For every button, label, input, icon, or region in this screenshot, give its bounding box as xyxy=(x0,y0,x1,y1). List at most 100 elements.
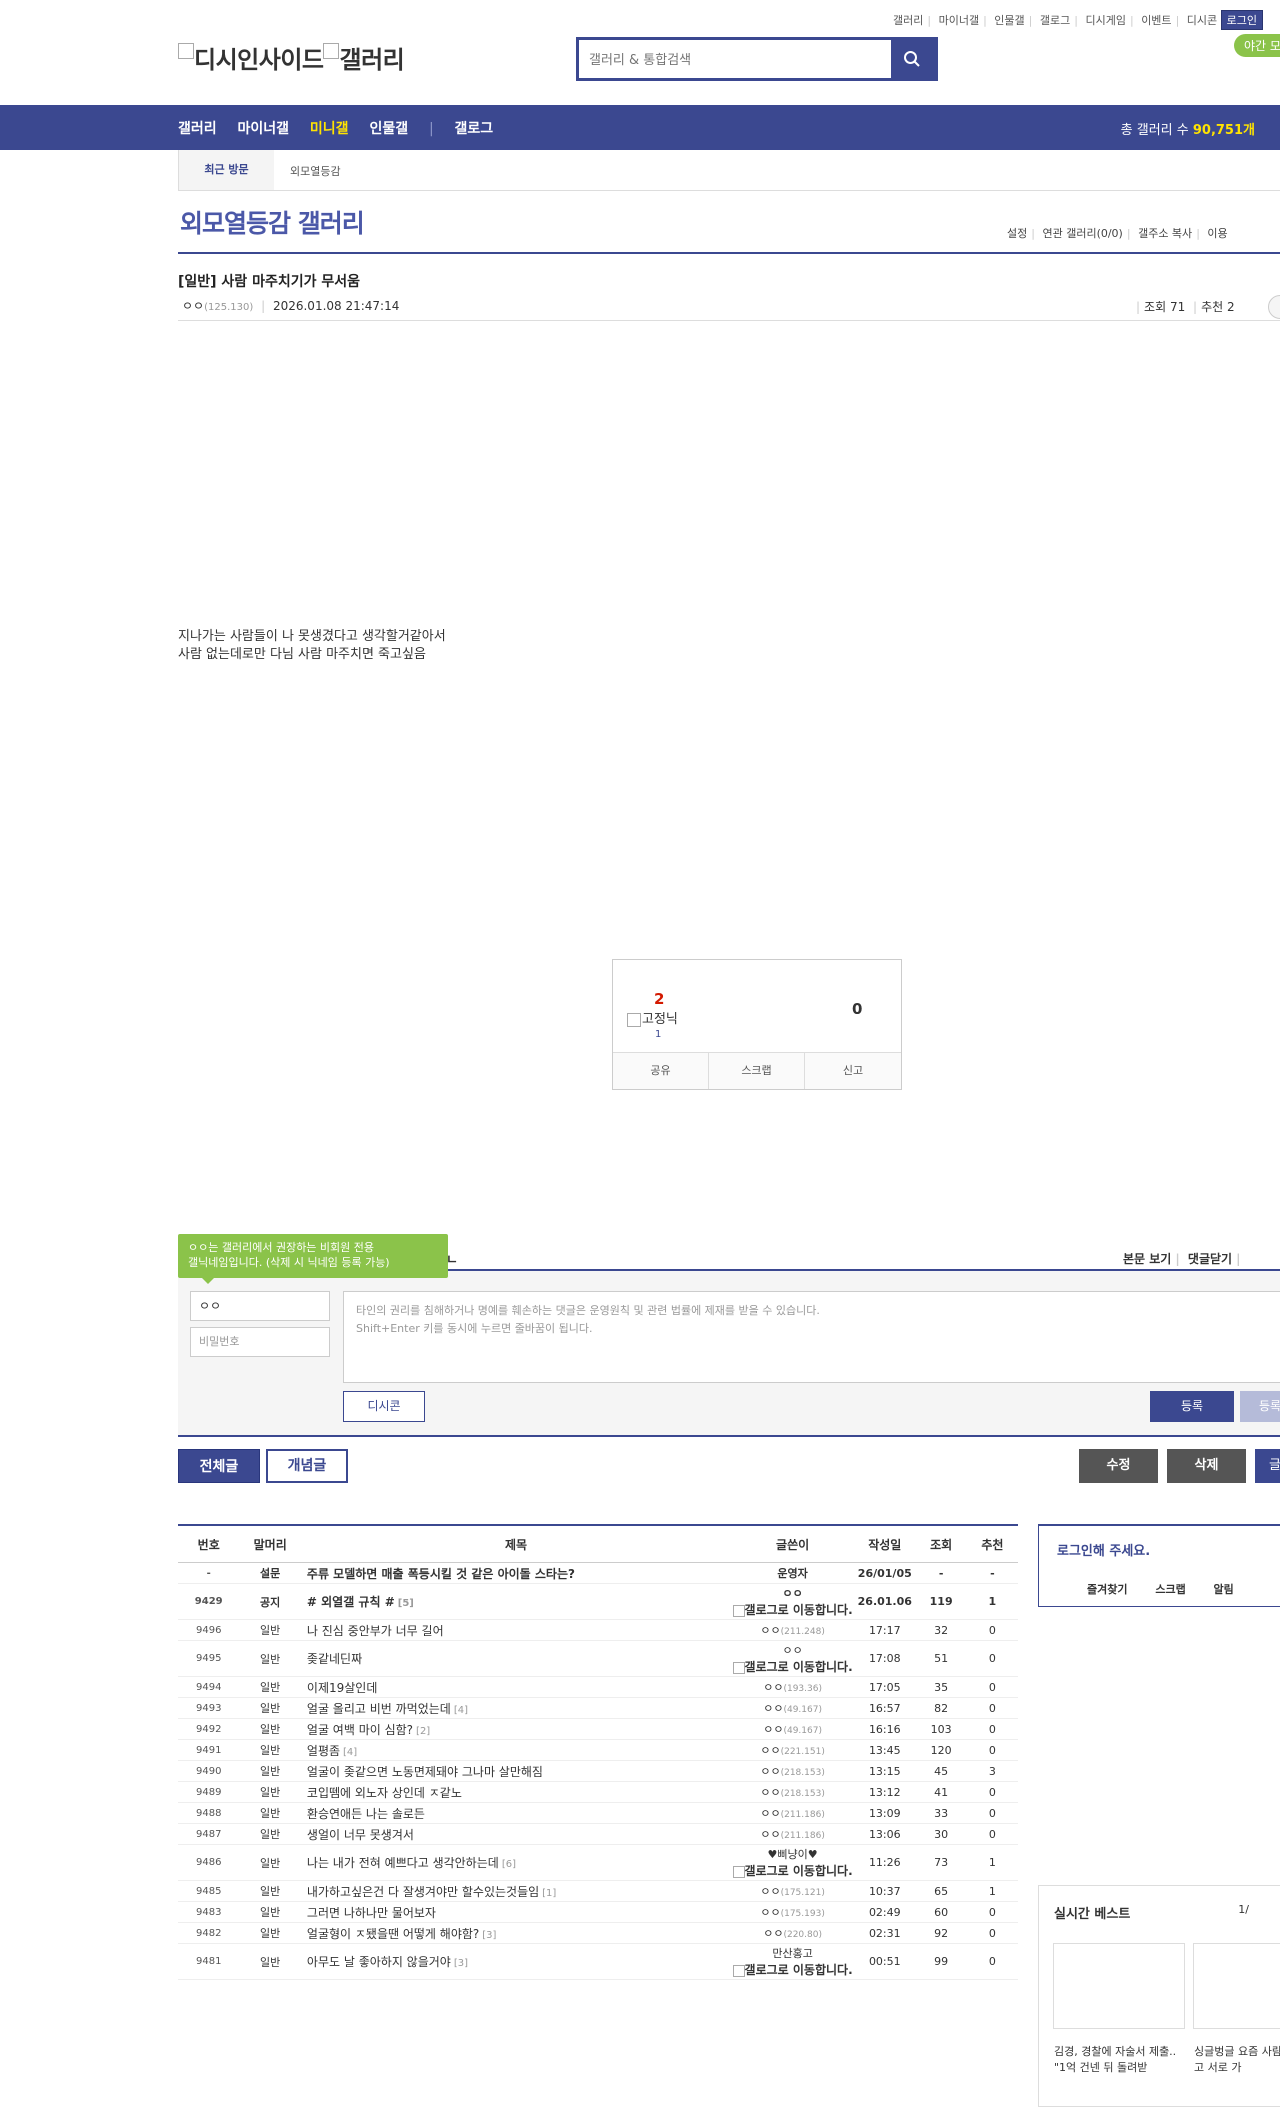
table-row[interactable]: 9491 일반 얼평좀 [4] ㅇㅇ(221.151) 13:45 120 0 xyxy=(178,1739,1018,1761)
row-writer[interactable]: ㅇㅇ xyxy=(782,1587,802,1600)
gallog-link[interactable]: 갤로그로 이동합니다. xyxy=(732,1961,853,1978)
row-title-cell[interactable]: 생얼이 너무 못생겨서 xyxy=(300,1823,732,1845)
login-button[interactable]: 로그인 xyxy=(1220,10,1264,30)
row-writer-cell[interactable]: 운영자 xyxy=(731,1562,855,1584)
row-writer[interactable]: ㅇㅇ xyxy=(760,1786,780,1799)
topnav-dccon[interactable]: 디시콘 xyxy=(1187,14,1217,27)
table-row[interactable]: 9490 일반 얼굴이 좆같으면 노동면제돼야 그나마 살만해짐 ㅇㅇ(218.153… xyxy=(178,1760,1018,1782)
topnav-gallery[interactable]: 갤러리 xyxy=(893,14,923,27)
row-reply-count[interactable]: [5] xyxy=(398,1598,414,1609)
best-caption[interactable]: 김경, 경찰에 자술서 제출.. "1억 건넨 뒤 돌려받 xyxy=(1054,2044,1182,2076)
row-writer[interactable]: ㅇㅇ xyxy=(760,1624,780,1637)
table-row[interactable]: 9483 일반 그러면 나하나만 물어보자 ㅇㅇ(175.193) 02:49 60 0 xyxy=(178,1901,1018,1923)
gnb-gallery[interactable]: 갤러리 xyxy=(178,121,217,137)
table-row[interactable]: 9481 일반 아무도 날 좋아하지 않을거야 [3] 만산홍고 갤로그로 이동합니다. 0… xyxy=(178,1943,1018,1980)
table-row[interactable]: 9488 일반 환승연애든 나는 솔로든 ㅇㅇ(211.186) 13:09 33 0 xyxy=(178,1802,1018,1824)
gnb-mini[interactable]: 미니갤 xyxy=(310,121,349,137)
table-row[interactable]: 9494 일반 이제19살인데 ㅇㅇ(193.36) 17:05 35 0 xyxy=(178,1676,1018,1698)
row-writer[interactable]: ㅇㅇ xyxy=(760,1765,780,1778)
row-writer-cell[interactable]: ㅇㅇ(193.36) xyxy=(731,1676,855,1698)
related-gallery-link[interactable]: 연관 갤러리(0/0) xyxy=(1042,227,1122,240)
dccon-button[interactable]: 디시콘 xyxy=(343,1391,425,1422)
row-title-cell[interactable]: 나 진심 중안부가 너무 길어 xyxy=(300,1619,732,1641)
row-writer[interactable]: ㅇㅇ xyxy=(782,1644,802,1657)
row-writer-cell[interactable]: ㅇㅇ 갤로그로 이동합니다. xyxy=(731,1640,855,1677)
row-writer[interactable]: ㅇㅇ xyxy=(763,1723,783,1736)
row-title[interactable]: 얼평좀 xyxy=(307,1744,340,1758)
row-writer[interactable]: ㅇㅇ xyxy=(760,1744,780,1757)
row-writer[interactable]: ㅇㅇ xyxy=(763,1702,783,1715)
row-writer-cell[interactable]: ♥삐냥이♥ 갤로그로 이동합니다. xyxy=(731,1844,855,1881)
row-reply-count[interactable]: [1] xyxy=(542,1888,556,1899)
table-row[interactable]: - 설문 주류 모델하면 매출 폭등시킬 것 같은 아이돌 스타는? 운영자 26/01… xyxy=(178,1562,1018,1584)
row-reply-count[interactable]: [3] xyxy=(454,1958,468,1969)
delete-button[interactable]: 삭제 xyxy=(1167,1449,1246,1483)
row-reply-count[interactable]: [2] xyxy=(416,1726,430,1737)
row-writer-cell[interactable]: 만산홍고 갤로그로 이동합니다. xyxy=(731,1943,855,1980)
favorites-tab[interactable]: 즐겨찾기 xyxy=(1087,1583,1127,1596)
gallog-link[interactable]: 갤로그로 이동합니다. xyxy=(732,1601,853,1618)
row-title[interactable]: 얼굴 올리고 비번 까먹었는데 xyxy=(307,1702,451,1716)
login-prompt[interactable]: 로그인해 주세요. xyxy=(1057,1540,1150,1559)
write-button[interactable]: 글 xyxy=(1255,1449,1280,1483)
row-title-cell[interactable]: 얼굴이 좆같으면 노동면제돼야 그나마 살만해짐 xyxy=(300,1760,732,1782)
table-row[interactable]: 9495 일반 좆같네딘짜 ㅇㅇ 갤로그로 이동합니다. 17:08 51 0 xyxy=(178,1640,1018,1677)
row-writer-cell[interactable]: ㅇㅇ(220.80) xyxy=(731,1922,855,1944)
table-row[interactable]: 9489 일반 코입뗌에 외노자 상인데 ㅈ같노 ㅇㅇ(218.153) 13:12 41… xyxy=(178,1781,1018,1803)
gallery-settings-link[interactable]: 설정 xyxy=(1007,227,1027,240)
table-row[interactable]: 9492 일반 얼굴 여백 마이 심함? [2] ㅇㅇ(49.167) 16:16 103 0 xyxy=(178,1718,1018,1740)
table-row[interactable]: 9496 일반 나 진심 중안부가 너무 길어 ㅇㅇ(211.248) 17:17 32 0 xyxy=(178,1619,1018,1641)
topnav-minor[interactable]: 마이너갤 xyxy=(939,14,979,27)
row-writer-cell[interactable]: ㅇㅇ(211.186) xyxy=(731,1823,855,1845)
gallog-link[interactable]: 갤로그로 이동합니다. xyxy=(732,1658,853,1675)
table-row[interactable]: 9482 일반 얼굴형이 ㅈ됐을땐 어떻게 해야함? [3] ㅇㅇ(220.80) 02:… xyxy=(178,1922,1018,1944)
row-writer[interactable]: 운영자 xyxy=(777,1567,807,1580)
gnb-minor[interactable]: 마이너갤 xyxy=(238,121,290,137)
all-posts-button[interactable]: 전체글 xyxy=(178,1449,260,1483)
row-writer-cell[interactable]: ㅇㅇ(211.248) xyxy=(731,1619,855,1641)
row-writer-cell[interactable]: ㅇㅇ(218.153) xyxy=(731,1760,855,1782)
row-writer-cell[interactable]: ㅇㅇ(221.151) xyxy=(731,1739,855,1761)
row-title[interactable]: 주류 모델하면 매출 폭등시킬 것 같은 아이돌 스타는? xyxy=(307,1567,575,1581)
topnav-event[interactable]: 이벤트 xyxy=(1141,14,1171,27)
night-mode-toggle[interactable]: 야간 모 xyxy=(1234,34,1280,57)
report-button[interactable]: 신고 xyxy=(805,1053,901,1089)
row-title-cell[interactable]: 주류 모델하면 매출 폭등시킬 것 같은 아이돌 스타는? xyxy=(300,1562,732,1584)
share-button[interactable]: 공유 xyxy=(613,1053,709,1089)
table-row[interactable]: 9429 공지 # 외열갤 규칙 # [5] ㅇㅇ 갤로그로 이동합니다. 26.01.06… xyxy=(178,1583,1018,1620)
row-title[interactable]: 내가하고싶은건 다 잘생겨야만 할수있는것들임 xyxy=(307,1885,539,1899)
row-reply-count[interactable]: [4] xyxy=(343,1747,357,1758)
row-reply-count[interactable]: [6] xyxy=(502,1859,516,1870)
copy-address-link[interactable]: 갤주소 복사 xyxy=(1138,227,1192,240)
row-title-cell[interactable]: 얼굴 여백 마이 심함? [2] xyxy=(300,1718,732,1740)
row-title[interactable]: 생얼이 너무 못생겨서 xyxy=(307,1828,414,1842)
view-body-link[interactable]: 본문 보기 xyxy=(1123,1252,1171,1266)
table-row[interactable]: 9485 일반 내가하고싶은건 다 잘생겨야만 할수있는것들임 [1] ㅇㅇ(175.1… xyxy=(178,1880,1018,1902)
upvote-button[interactable]: 고정닉 xyxy=(627,1008,678,1027)
best-thumbnail[interactable] xyxy=(1053,1943,1185,2029)
row-title-cell[interactable]: # 외열갤 규칙 # [5] xyxy=(300,1583,732,1620)
usage-link[interactable]: 이용 xyxy=(1207,227,1227,240)
row-writer[interactable]: ㅇㅇ xyxy=(760,1906,780,1919)
scrap-tab[interactable]: 스크랩 xyxy=(1155,1583,1185,1596)
gallog-link[interactable]: 갤로그로 이동합니다. xyxy=(732,1862,853,1879)
row-title[interactable]: 나 진심 중안부가 너무 길어 xyxy=(307,1624,444,1638)
site-logo[interactable]: 디시인사이드 갤러리 xyxy=(178,40,405,75)
row-writer-cell[interactable]: ㅇㅇ(218.153) xyxy=(731,1781,855,1803)
table-row[interactable]: 9486 일반 나는 내가 전혀 예쁘다고 생각안하는데 [6] ♥삐냥이♥ 갤로그로 이… xyxy=(178,1844,1018,1881)
recent-visit-item[interactable]: 외모열등감 xyxy=(290,163,341,179)
row-title-cell[interactable]: 아무도 날 좋아하지 않을거야 [3] xyxy=(300,1943,732,1980)
row-reply-count[interactable]: [3] xyxy=(482,1930,496,1941)
row-title[interactable]: 그러면 나하나만 물어보자 xyxy=(307,1906,436,1920)
comment-textarea[interactable]: 타인의 권리를 침해하거나 명예를 훼손하는 댓글은 운영원칙 및 관련 법률에… xyxy=(343,1291,1280,1383)
edit-button[interactable]: 수정 xyxy=(1079,1449,1158,1483)
password-field[interactable]: 비밀번호 xyxy=(190,1327,330,1357)
topnav-gallog[interactable]: 갤로그 xyxy=(1040,14,1070,27)
row-writer-cell[interactable]: ㅇㅇ(49.167) xyxy=(731,1718,855,1740)
row-title[interactable]: 환승연애든 나는 솔로든 xyxy=(307,1807,425,1821)
fold-comments-link[interactable]: 댓글닫기 xyxy=(1188,1252,1232,1266)
scrap-button[interactable]: 스크랩 xyxy=(709,1053,805,1089)
table-row[interactable]: 9493 일반 얼굴 올리고 비번 까먹었는데 [4] ㅇㅇ(49.167) 16:57 8… xyxy=(178,1697,1018,1719)
gnb-gallog[interactable]: 갤로그 xyxy=(455,121,494,137)
row-title-cell[interactable]: 얼굴 올리고 비번 까먹었는데 [4] xyxy=(300,1697,732,1719)
